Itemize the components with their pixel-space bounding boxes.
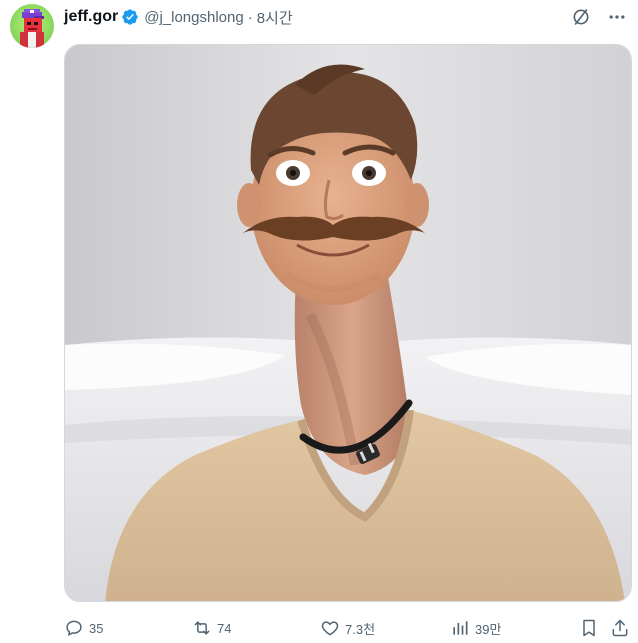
views-button[interactable]: 39만 [450, 616, 501, 640]
reply-count: 35 [89, 620, 104, 636]
top-actions [570, 6, 628, 28]
grok-icon[interactable] [570, 6, 592, 28]
post-time[interactable]: 8시간 [257, 7, 293, 28]
verified-badge-icon[interactable] [121, 8, 139, 26]
repost-button[interactable]: 74 [192, 616, 231, 640]
display-name[interactable]: jeff.gor [64, 8, 118, 26]
like-button[interactable]: 7.3천 [320, 616, 375, 640]
user-handle[interactable]: @j_longshlong [144, 9, 243, 26]
heart-icon [321, 621, 339, 636]
analytics-icon [453, 621, 468, 635]
more-options-icon[interactable] [606, 6, 628, 28]
share-button[interactable] [610, 616, 630, 640]
views-count: 39만 [475, 621, 502, 637]
reply-button[interactable]: 35 [64, 616, 103, 640]
post-header: jeff.gor @j_longshlong · 8시간 [64, 6, 293, 28]
reply-icon [66, 620, 82, 636]
bookmark-button[interactable] [579, 616, 599, 640]
repost-icon [194, 621, 210, 635]
separator-dot: · [247, 8, 253, 26]
post-photo[interactable] [64, 44, 632, 602]
repost-count: 74 [217, 620, 232, 636]
bookmark-icon [583, 619, 595, 637]
action-bar: 35 74 7.3천 39만 [64, 616, 632, 640]
pixel-character-avatar-icon [20, 9, 44, 48]
photo-man-with-long-neck-and-mustache-icon [65, 45, 631, 601]
avatar[interactable] [10, 4, 54, 48]
share-icon [612, 619, 628, 637]
like-count: 7.3천 [345, 621, 376, 637]
